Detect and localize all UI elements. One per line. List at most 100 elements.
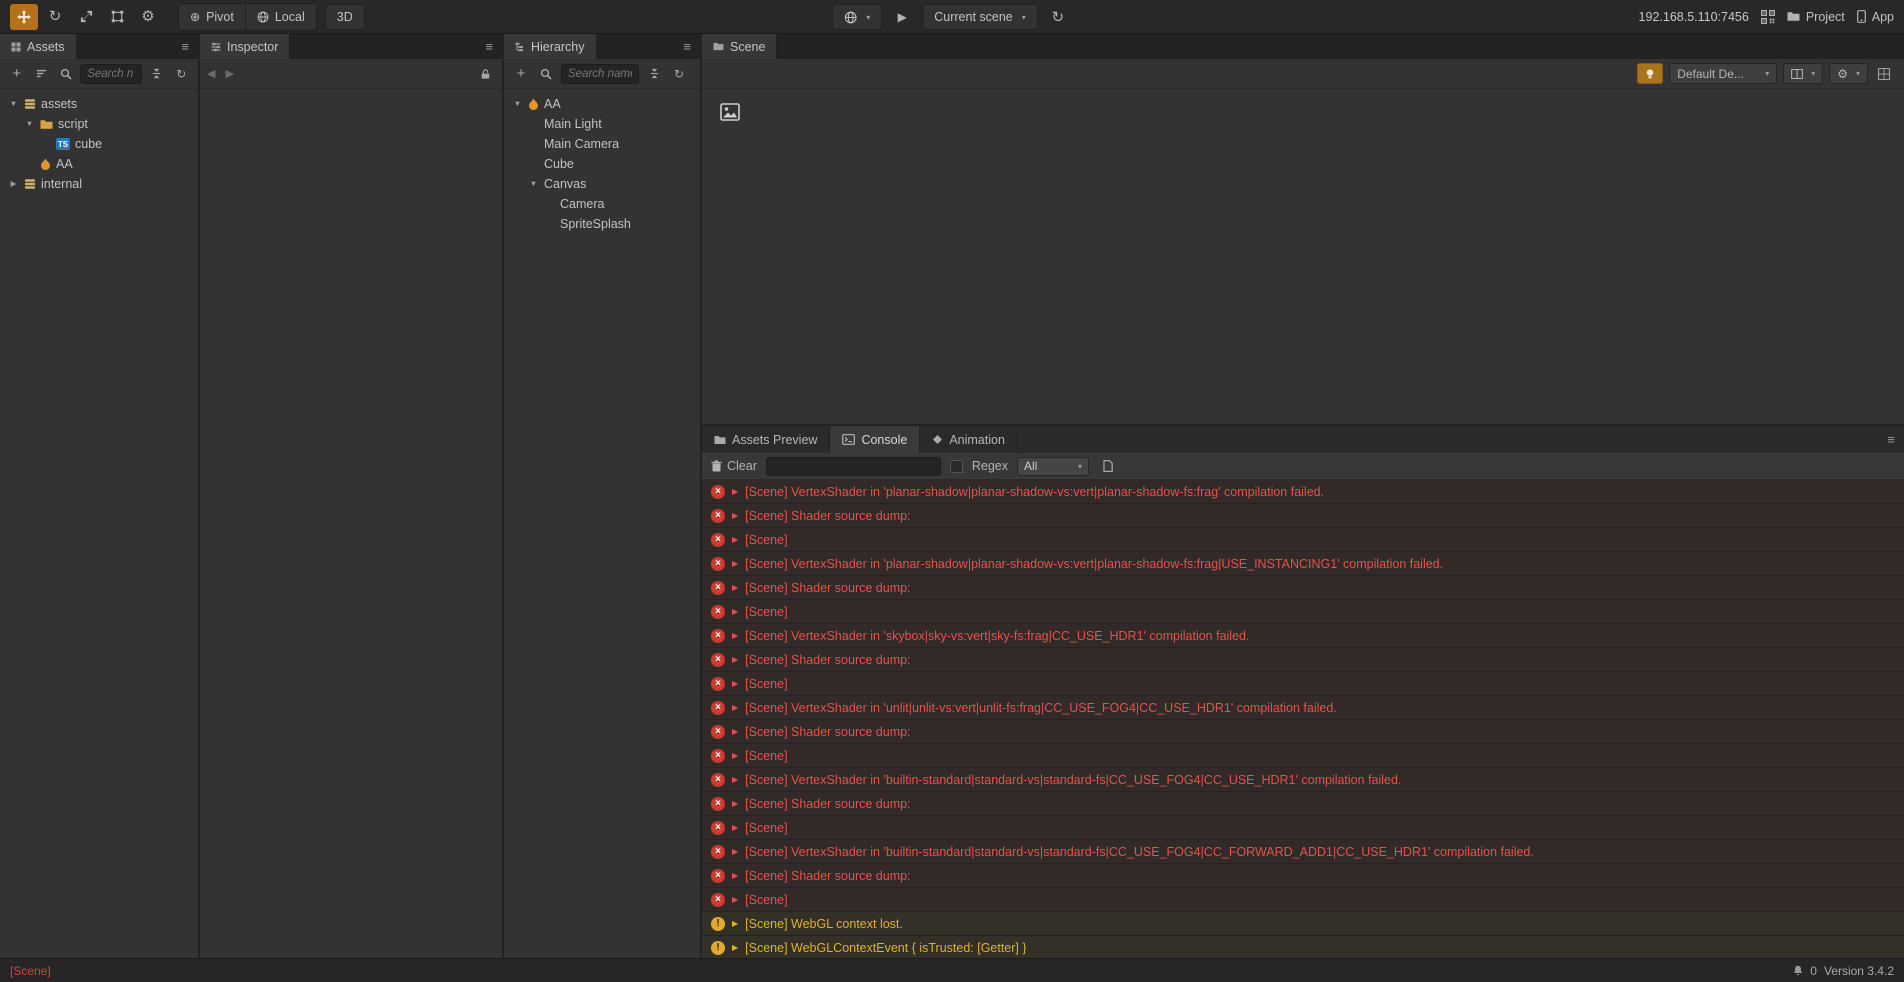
move-tool-button[interactable] <box>10 4 38 30</box>
refresh-hierarchy-button[interactable]: ↻ <box>669 64 689 84</box>
gizmo-settings-button[interactable]: ⚙ <box>134 4 162 30</box>
tab-inspector[interactable]: Inspector <box>200 34 290 59</box>
log-entry[interactable]: ×▶[Scene] VertexShader in 'builtin-stand… <box>702 840 1904 864</box>
regex-checkbox[interactable] <box>950 460 963 473</box>
expand-arrow-icon[interactable]: ▶ <box>732 896 738 904</box>
refresh-assets-button[interactable]: ↻ <box>172 64 191 84</box>
expand-arrow-icon[interactable]: ▶ <box>732 632 738 640</box>
expand-arrow-icon[interactable]: ▶ <box>732 536 738 544</box>
create-node-button[interactable]: + <box>511 64 531 84</box>
history-back-button[interactable]: ◀ <box>207 67 215 80</box>
create-asset-button[interactable]: + <box>7 64 26 84</box>
node-main-light[interactable]: Main Light <box>504 114 700 134</box>
asset-internal[interactable]: ▶internal <box>0 174 198 194</box>
log-entry[interactable]: ×▶[Scene] VertexShader in 'planar-shadow… <box>702 480 1904 504</box>
node-main-camera[interactable]: Main Camera <box>504 134 700 154</box>
log-entry[interactable]: ×▶[Scene] Shader source dump: <box>702 864 1904 888</box>
node-canvas[interactable]: ▼Canvas <box>504 174 700 194</box>
expand-arrow-icon[interactable]: ▶ <box>732 824 738 832</box>
hierarchy-search-input[interactable] <box>561 64 639 84</box>
preview-target-button[interactable]: ▾ <box>832 4 882 30</box>
console-filter-input[interactable] <box>766 457 941 476</box>
node-aa[interactable]: ▼AA <box>504 94 700 114</box>
log-entry[interactable]: ×▶[Scene] <box>702 672 1904 696</box>
expand-arrow-icon[interactable]: ▶ <box>732 608 738 616</box>
search-type-button[interactable] <box>536 64 556 84</box>
log-entry[interactable]: ×▶[Scene] <box>702 816 1904 840</box>
panel-menu-icon[interactable]: ≡ <box>172 34 198 59</box>
collapse-all-button[interactable] <box>644 64 664 84</box>
app-button[interactable]: App <box>1857 10 1894 24</box>
node-spritesplash[interactable]: SpriteSplash <box>504 214 700 234</box>
expand-arrow-icon[interactable]: ▶ <box>8 180 19 188</box>
console-tab-assets-preview[interactable]: Assets Preview <box>702 426 830 453</box>
expand-arrow-icon[interactable]: ▶ <box>732 800 738 808</box>
export-log-button[interactable] <box>1098 456 1118 476</box>
log-entry[interactable]: ×▶[Scene] Shader source dump: <box>702 504 1904 528</box>
panel-menu-icon[interactable]: ≡ <box>674 34 700 59</box>
asset-assets[interactable]: ▼assets <box>0 94 198 114</box>
expand-arrow-icon[interactable]: ▶ <box>732 728 738 736</box>
scene-light-toggle[interactable] <box>1637 63 1663 84</box>
expand-arrow-icon[interactable]: ▶ <box>732 848 738 856</box>
project-button[interactable]: Project <box>1787 10 1845 24</box>
expand-arrow-icon[interactable]: ▶ <box>732 944 738 952</box>
asset-aa[interactable]: AA <box>0 154 198 174</box>
scene-settings-button[interactable]: ⚙ ▾ <box>1829 63 1868 84</box>
log-entry[interactable]: ×▶[Scene] Shader source dump: <box>702 576 1904 600</box>
collapse-arrow-icon[interactable]: ▼ <box>24 120 35 128</box>
clear-console-button[interactable]: Clear <box>711 459 757 473</box>
expand-arrow-icon[interactable]: ▶ <box>732 704 738 712</box>
collapse-arrow-icon[interactable]: ▼ <box>8 100 19 108</box>
log-entry[interactable]: !▶[Scene] WebGL context lost. <box>702 912 1904 936</box>
reload-preview-button[interactable]: ↻ <box>1044 4 1072 30</box>
log-entry[interactable]: ×▶[Scene] <box>702 600 1904 624</box>
collapse-arrow-icon[interactable]: ▼ <box>512 100 523 108</box>
search-type-button[interactable] <box>56 64 75 84</box>
expand-arrow-icon[interactable]: ▶ <box>732 920 738 928</box>
console-tab-console[interactable]: Console <box>830 426 920 453</box>
expand-arrow-icon[interactable]: ▶ <box>732 752 738 760</box>
scene-select[interactable]: Current scene ▾ <box>922 4 1038 30</box>
mode-3d-button[interactable]: 3D <box>325 4 365 30</box>
sort-assets-button[interactable] <box>31 64 50 84</box>
assets-search-input[interactable] <box>80 64 142 84</box>
tab-assets[interactable]: Assets <box>0 34 77 59</box>
notification-count[interactable]: 0 <box>1810 964 1817 978</box>
collapse-all-button[interactable] <box>147 64 166 84</box>
panel-menu-icon[interactable]: ≡ <box>476 34 502 59</box>
asset-script[interactable]: ▼script <box>0 114 198 134</box>
log-entry[interactable]: ×▶[Scene] Shader source dump: <box>702 720 1904 744</box>
scene-display-select[interactable]: Default De... ▾ <box>1669 63 1777 84</box>
expand-arrow-icon[interactable]: ▶ <box>732 512 738 520</box>
lock-inspector-button[interactable] <box>475 64 495 84</box>
expand-arrow-icon[interactable]: ▶ <box>732 680 738 688</box>
rotate-tool-button[interactable]: ↻ <box>41 4 69 30</box>
expand-arrow-icon[interactable]: ▶ <box>732 584 738 592</box>
log-entry[interactable]: !▶[Scene] WebGLContextEvent { isTrusted:… <box>702 936 1904 958</box>
scale-tool-button[interactable] <box>72 4 100 30</box>
log-entry[interactable]: ×▶[Scene] VertexShader in 'planar-shadow… <box>702 552 1904 576</box>
tab-scene[interactable]: Scene <box>702 34 777 59</box>
history-forward-button[interactable]: ▶ <box>225 67 233 80</box>
log-entry[interactable]: ×▶[Scene] Shader source dump: <box>702 792 1904 816</box>
log-entry[interactable]: ×▶[Scene] <box>702 528 1904 552</box>
log-entry[interactable]: ×▶[Scene] VertexShader in 'unlit|unlit-v… <box>702 696 1904 720</box>
notifications-bell-icon[interactable] <box>1793 965 1803 976</box>
log-entry[interactable]: ×▶[Scene] VertexShader in 'skybox|sky-vs… <box>702 624 1904 648</box>
expand-arrow-icon[interactable]: ▶ <box>732 656 738 664</box>
expand-arrow-icon[interactable]: ▶ <box>732 776 738 784</box>
play-button[interactable]: ▶ <box>888 4 916 30</box>
asset-cube[interactable]: TScube <box>0 134 198 154</box>
status-message[interactable]: [Scene] <box>10 964 51 978</box>
log-entry[interactable]: ×▶[Scene] <box>702 888 1904 912</box>
local-button[interactable]: Local <box>245 4 316 30</box>
log-entry[interactable]: ×▶[Scene] <box>702 744 1904 768</box>
collapse-arrow-icon[interactable]: ▼ <box>528 180 539 188</box>
rect-tool-button[interactable] <box>103 4 131 30</box>
node-camera[interactable]: Camera <box>504 194 700 214</box>
log-level-select[interactable]: All ▾ <box>1017 457 1089 476</box>
pivot-button[interactable]: ⊕ Pivot <box>179 4 245 30</box>
tab-hierarchy[interactable]: Hierarchy <box>504 34 597 59</box>
expand-arrow-icon[interactable]: ▶ <box>732 872 738 880</box>
